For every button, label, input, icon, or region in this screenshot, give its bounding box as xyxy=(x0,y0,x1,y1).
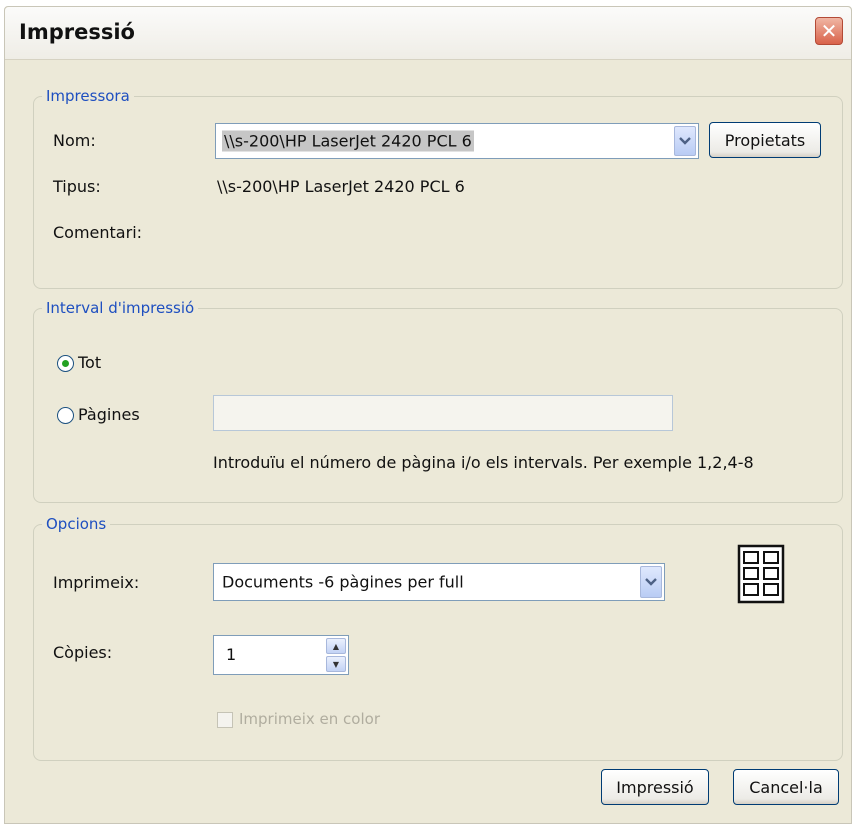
print-in-color-label: Imprimeix en color xyxy=(239,710,380,728)
print-what-value: Documents -6 pàgines per full xyxy=(222,572,464,592)
dialog-title: Impressió xyxy=(19,20,135,44)
copies-value: 1 xyxy=(226,645,237,664)
arrow-up-icon: ▲ xyxy=(332,641,340,651)
close-icon: ✕ xyxy=(820,19,838,43)
printer-name-value: \\s-200\HP LaserJet 2420 PCL 6 xyxy=(222,130,474,152)
all-pages-label: Tot xyxy=(78,353,102,372)
printer-name-select[interactable]: \\s-200\HP LaserJet 2420 PCL 6 xyxy=(215,123,699,159)
properties-button[interactable]: Propietats xyxy=(709,122,821,158)
print-in-color-checkbox[interactable] xyxy=(217,712,233,728)
copies-stepper[interactable]: 1 ▲ ▼ xyxy=(213,635,349,675)
page-range-input[interactable] xyxy=(213,395,673,431)
copies-spin-buttons: ▲ ▼ xyxy=(326,638,346,672)
printer-dropdown-button[interactable] xyxy=(674,126,696,156)
six-pages-per-sheet-icon xyxy=(737,544,785,604)
close-button[interactable]: ✕ xyxy=(815,17,843,45)
printer-name-label: Nom: xyxy=(53,131,96,150)
printer-type-label: Tipus: xyxy=(53,177,101,196)
copies-decrement-button[interactable]: ▼ xyxy=(326,656,346,672)
page-range-hint: Introduïu el número de pàgina i/o els in… xyxy=(213,453,754,472)
options-group: Opcions xyxy=(33,515,843,761)
copies-label: Còpies: xyxy=(53,643,113,662)
pages-radio[interactable] xyxy=(57,407,74,424)
pages-label: Pàgines xyxy=(78,405,140,424)
title-bar: Impressió ✕ xyxy=(5,7,851,60)
chevron-down-icon xyxy=(645,578,657,586)
print-what-dropdown-button[interactable] xyxy=(640,566,662,598)
print-button[interactable]: Impressió xyxy=(601,769,709,805)
printer-comment-label: Comentari: xyxy=(53,223,143,242)
arrow-down-icon: ▼ xyxy=(332,659,340,669)
radio-selected-dot xyxy=(62,360,69,367)
printer-type-value: \\s-200\HP LaserJet 2420 PCL 6 xyxy=(217,177,465,196)
all-pages-radio[interactable] xyxy=(57,355,74,372)
cancel-button[interactable]: Cancel·la xyxy=(733,769,839,805)
print-range-legend: Interval d'impressió xyxy=(46,299,195,317)
options-legend: Opcions xyxy=(46,515,107,533)
copies-increment-button[interactable]: ▲ xyxy=(326,638,346,654)
chevron-down-icon xyxy=(679,137,691,145)
print-what-label: Imprimeix: xyxy=(53,573,140,592)
print-dialog: Impressió ✕ Impressora Nom: \\s-200\HP L… xyxy=(4,6,852,824)
print-what-select[interactable]: Documents -6 pàgines per full xyxy=(213,563,665,601)
printer-group-legend: Impressora xyxy=(46,87,130,105)
